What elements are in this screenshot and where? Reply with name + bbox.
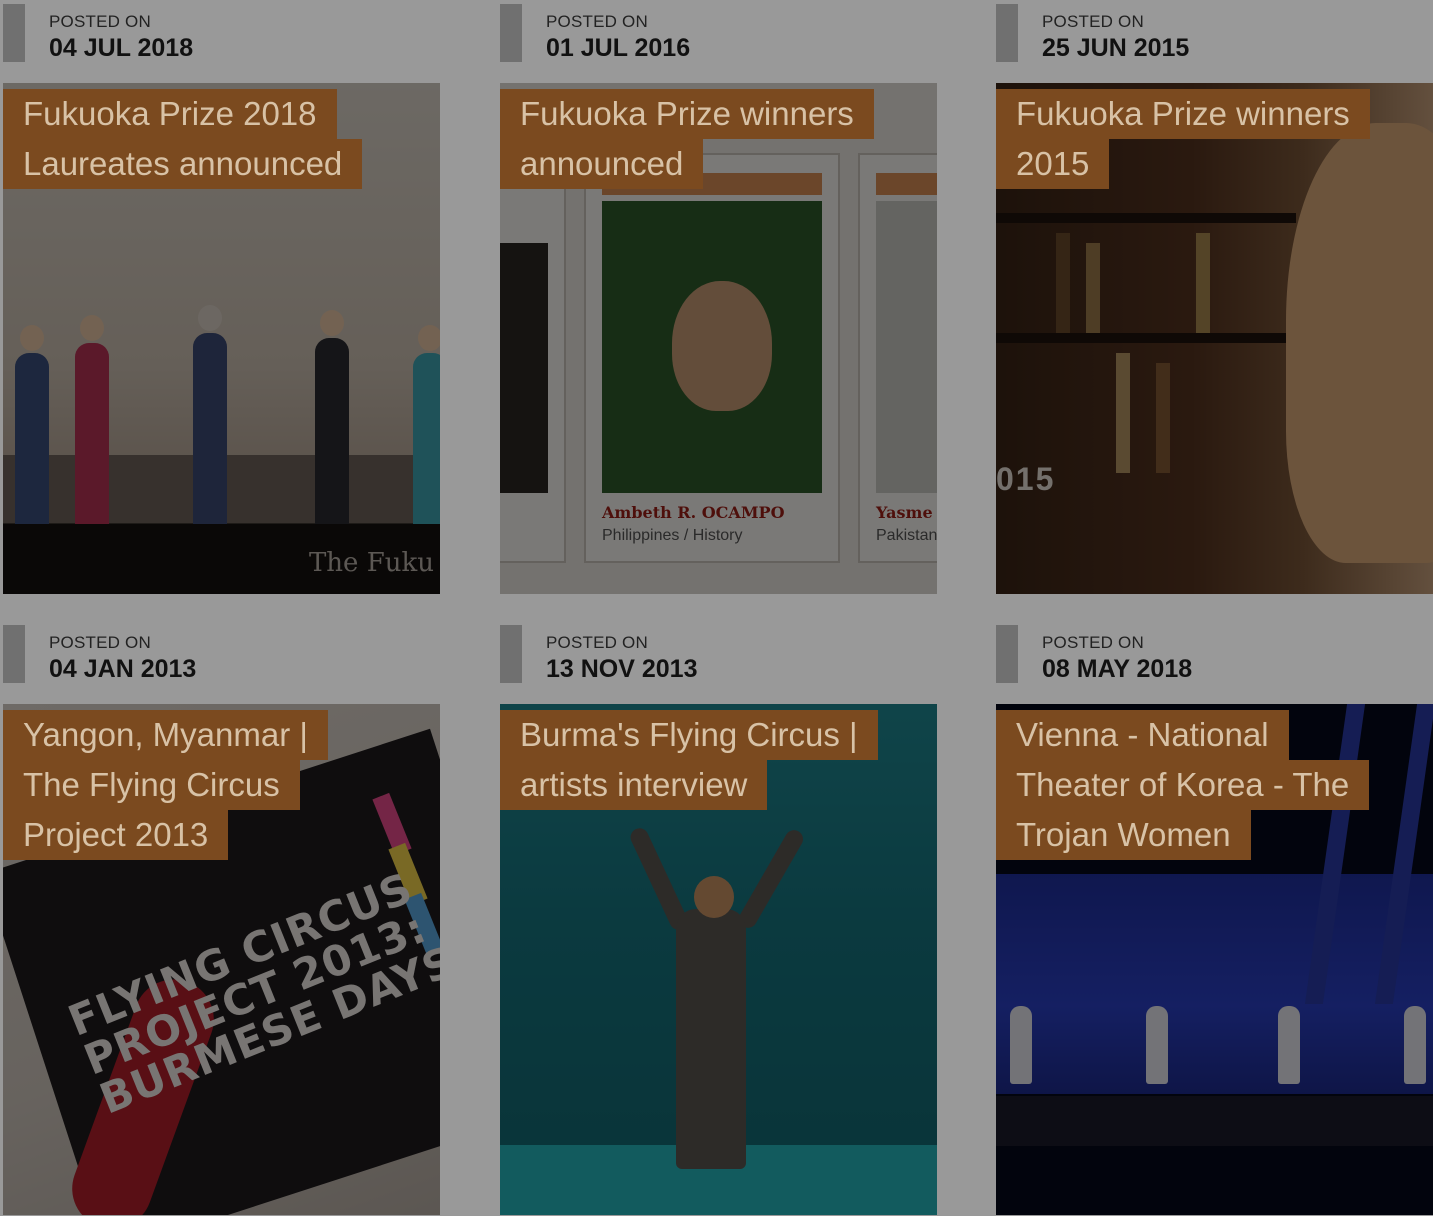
posted-on-label: POSTED ON <box>1042 12 1144 31</box>
post-thumbnail[interactable]: Ambeth R. OCAMPO Philippines / History Y… <box>500 83 937 594</box>
post-title[interactable]: Burma's Flying Circus | artists intervie… <box>500 710 878 810</box>
post-date: 04 JUL 2018 <box>49 34 194 62</box>
post-card[interactable]: POSTED ON 04 JAN 2013 FLYING CIRCUS PROJ… <box>3 621 440 1215</box>
post-title-line[interactable]: The Flying Circus <box>3 760 300 810</box>
post-date-header: POSTED ON 13 NOV 2013 <box>500 621 937 699</box>
post-title-line[interactable]: Fukuoka Prize winners <box>500 89 874 139</box>
post-thumbnail[interactable]: FLYING CIRCUS PROJECT 2013: BURMESE DAYS… <box>3 704 440 1215</box>
post-title[interactable]: Vienna - National Theater of Korea - The… <box>996 710 1370 860</box>
date-accent-bar <box>996 625 1018 683</box>
post-title[interactable]: Yangon, Myanmar | The Flying Circus Proj… <box>3 710 328 860</box>
post-title-line[interactable]: Vienna - National <box>996 710 1289 760</box>
post-thumbnail[interactable]: Burma's Flying Circus | artists intervie… <box>500 704 937 1215</box>
post-date: 13 NOV 2013 <box>546 655 698 683</box>
post-date-header: POSTED ON 04 JAN 2013 <box>3 621 440 699</box>
posted-on-label: POSTED ON <box>1042 633 1144 652</box>
post-card[interactable]: POSTED ON 08 MAY 2018 Vienna - National … <box>996 621 1433 1215</box>
post-title-line[interactable]: Fukuoka Prize 2018 <box>3 89 337 139</box>
post-date-header: POSTED ON 04 JUL 2018 <box>3 0 440 78</box>
posted-on-label: POSTED ON <box>49 12 151 31</box>
post-date: 01 JUL 2016 <box>546 34 691 62</box>
post-title-line[interactable]: Theater of Korea - The <box>996 760 1370 810</box>
posted-on-label: POSTED ON <box>546 633 648 652</box>
post-date: 04 JAN 2013 <box>49 655 197 683</box>
post-thumbnail[interactable]: The Fuku Fukuoka Prize 2018 Laureates an… <box>3 83 440 594</box>
date-accent-bar <box>500 4 522 62</box>
post-card[interactable]: POSTED ON 25 JUN 2015 015 Fukuoka Prize … <box>996 0 1433 594</box>
post-card[interactable]: POSTED ON 13 NOV 2013 Burma's Flying Cir… <box>500 621 937 1215</box>
post-title[interactable]: Fukuoka Prize winners 2015 <box>996 89 1370 189</box>
post-date-header: POSTED ON 08 MAY 2018 <box>996 621 1433 699</box>
post-date: 25 JUN 2015 <box>1042 34 1190 62</box>
post-title-line[interactable]: Yangon, Myanmar | <box>3 710 328 760</box>
post-title-line[interactable]: artists interview <box>500 760 768 810</box>
date-accent-bar <box>3 625 25 683</box>
post-date-header: POSTED ON 01 JUL 2016 <box>500 0 937 78</box>
post-title[interactable]: Fukuoka Prize winners announced <box>500 89 874 189</box>
date-accent-bar <box>996 4 1018 62</box>
date-accent-bar <box>500 625 522 683</box>
post-date: 08 MAY 2018 <box>1042 655 1193 683</box>
post-title-line[interactable]: Laureates announced <box>3 139 363 189</box>
post-title-line[interactable]: Trojan Women <box>996 810 1251 860</box>
posts-grid: POSTED ON 04 JUL 2018 The Fuku Fukuoka P… <box>0 0 1433 1216</box>
post-title-line[interactable]: Burma's Flying Circus | <box>500 710 878 760</box>
post-thumbnail[interactable]: 015 Fukuoka Prize winners 2015 <box>996 83 1433 594</box>
posted-on-label: POSTED ON <box>546 12 648 31</box>
post-title-line[interactable]: 2015 <box>996 139 1110 189</box>
post-card[interactable]: POSTED ON 04 JUL 2018 The Fuku Fukuoka P… <box>3 0 440 594</box>
post-title[interactable]: Fukuoka Prize 2018 Laureates announced <box>3 89 363 189</box>
post-title-line[interactable]: announced <box>500 139 704 189</box>
post-title-line[interactable]: Project 2013 <box>3 810 229 860</box>
post-card[interactable]: POSTED ON 01 JUL 2016 Ambeth R. OCAMPO P… <box>500 0 937 594</box>
post-thumbnail[interactable]: Vienna - National Theater of Korea - The… <box>996 704 1433 1215</box>
posted-on-label: POSTED ON <box>49 633 151 652</box>
date-accent-bar <box>3 4 25 62</box>
post-date-header: POSTED ON 25 JUN 2015 <box>996 0 1433 78</box>
post-title-line[interactable]: Fukuoka Prize winners <box>996 89 1370 139</box>
